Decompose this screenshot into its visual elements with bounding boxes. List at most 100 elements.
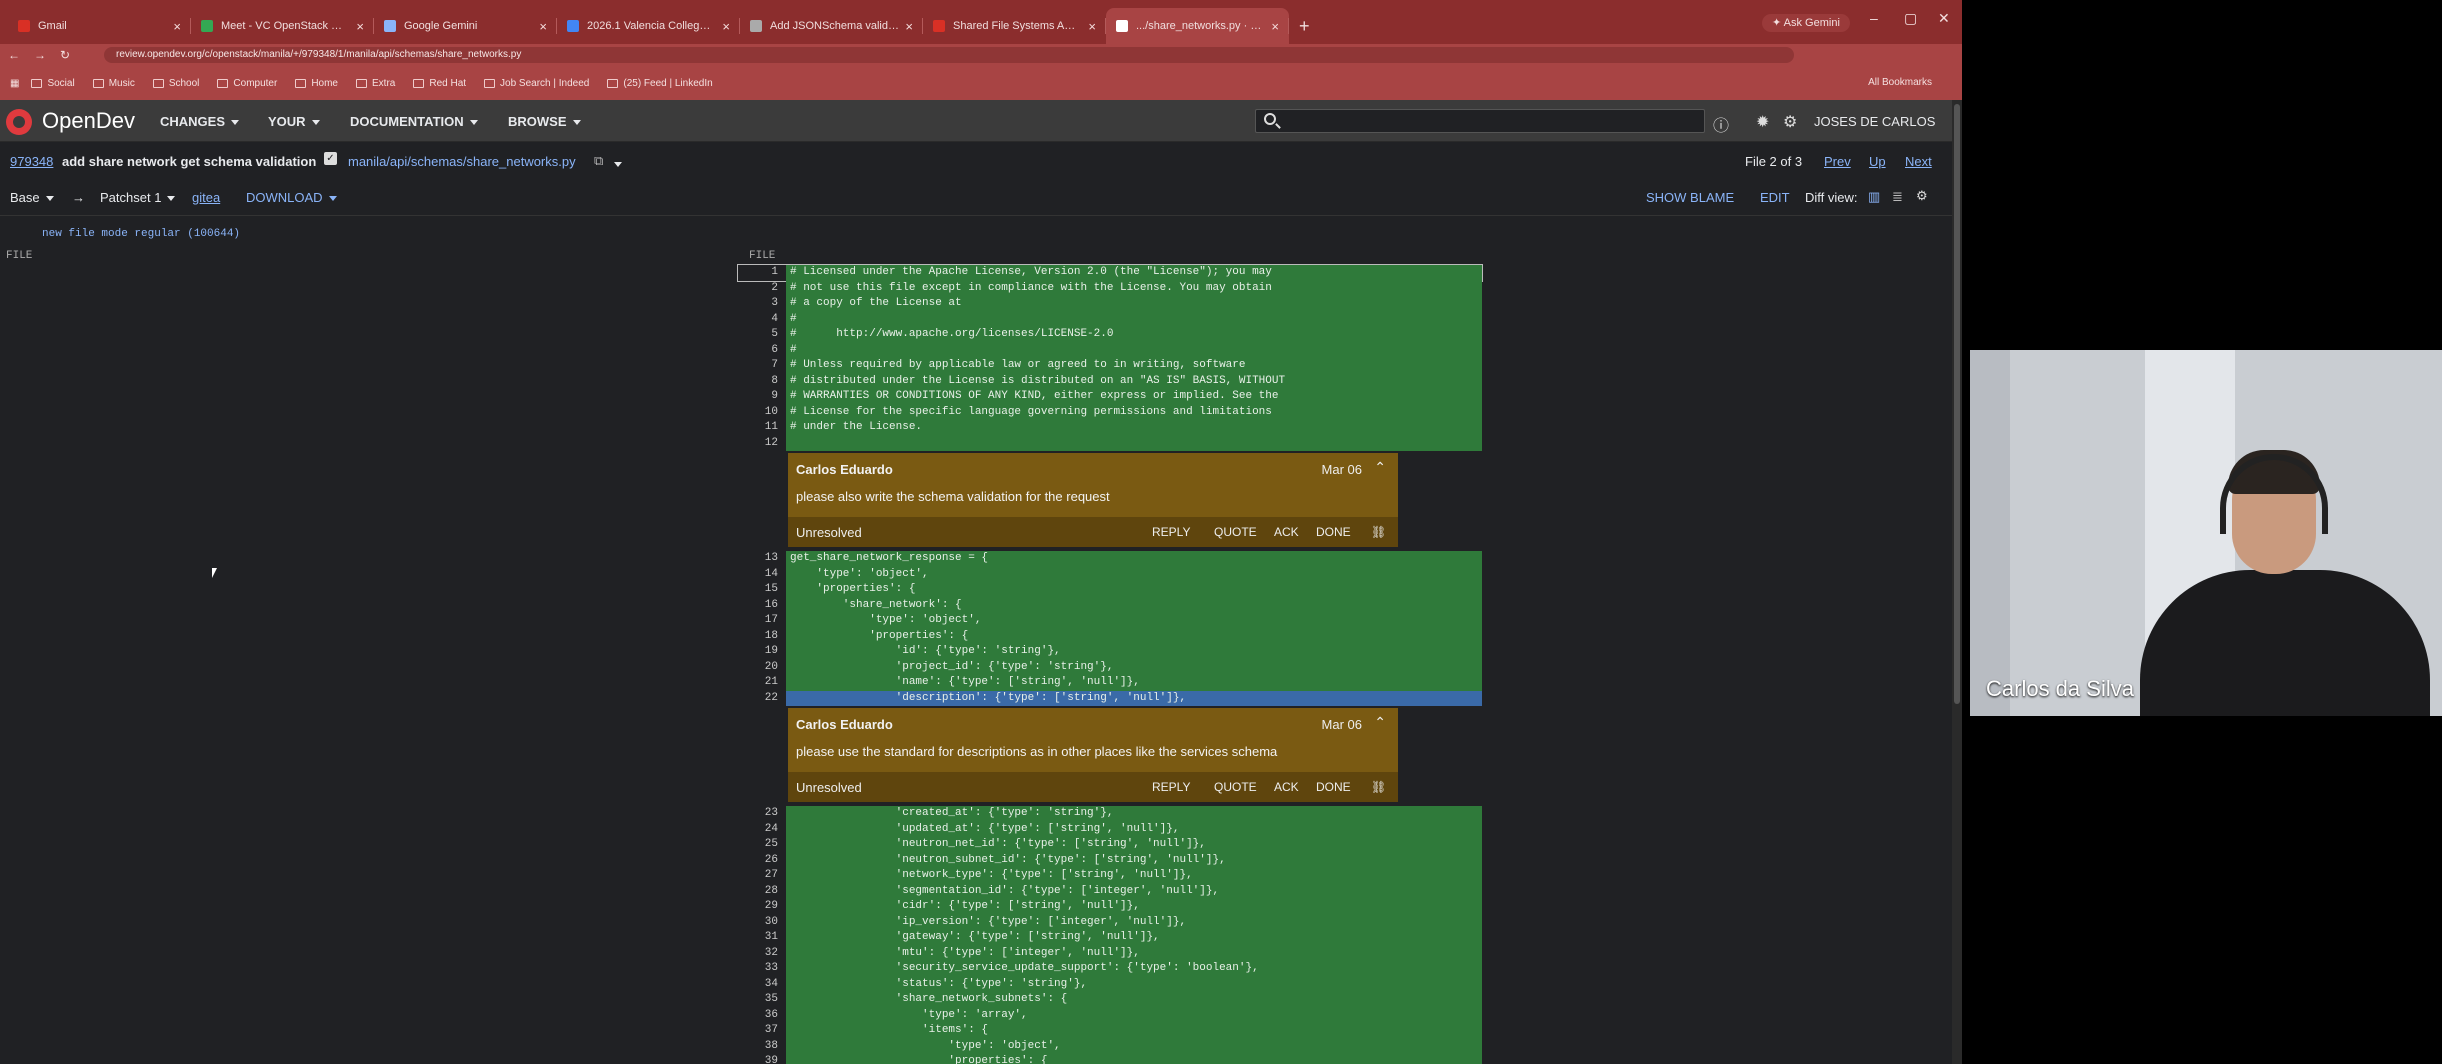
bookmark-item[interactable]: Social xyxy=(31,78,75,89)
line-number[interactable]: 20 xyxy=(738,660,778,676)
code-text[interactable] xyxy=(786,435,1482,451)
minimize-icon[interactable]: – xyxy=(1870,10,1878,26)
code-text[interactable]: 'share_network_subnets': { xyxy=(786,992,1482,1008)
code-line[interactable]: 27 'network_type': {'type': ['string', '… xyxy=(738,868,1482,884)
done-button[interactable]: DONE xyxy=(1316,525,1351,539)
comment-thread[interactable]: Carlos Eduardo Mar 06 ⌃ please also writ… xyxy=(788,453,1398,547)
code-line[interactable]: 19 'id': {'type': 'string'}, xyxy=(738,644,1482,660)
menu-browse[interactable]: BROWSE xyxy=(508,114,581,129)
file-dropdown-icon[interactable] xyxy=(614,156,622,171)
code-text[interactable]: 'mtu': {'type': ['integer', 'null']}, xyxy=(786,945,1482,961)
code-line[interactable]: 7 # Unless required by applicable law or … xyxy=(738,358,1482,374)
code-line[interactable]: 1 # Licensed under the Apache License, Ve… xyxy=(737,264,1483,282)
line-number[interactable]: 1 xyxy=(738,265,778,281)
collapse-icon[interactable]: ⌃ xyxy=(1374,459,1386,476)
line-number[interactable]: 33 xyxy=(738,961,778,977)
code-line[interactable]: 15 'properties': { xyxy=(738,582,1482,598)
code-text[interactable]: 'project_id': {'type': 'string'}, xyxy=(786,659,1482,675)
code-line[interactable]: 26 'neutron_subnet_id': {'type': ['strin… xyxy=(738,852,1482,869)
close-tab-icon[interactable]: × xyxy=(905,19,913,34)
line-number[interactable]: 24 xyxy=(738,822,778,838)
bookmark-item[interactable]: Extra xyxy=(356,78,395,89)
line-number[interactable]: 5 xyxy=(738,327,778,343)
menu-documentation[interactable]: DOCUMENTATION xyxy=(350,114,478,129)
next-file-link[interactable]: Next xyxy=(1905,154,1932,169)
browser-tab[interactable]: Meet - VC OpenStack Man... × xyxy=(191,8,374,44)
code-text[interactable]: 'created_at': {'type': 'string'}, xyxy=(786,806,1482,822)
code-text[interactable]: # distributed under the License is distr… xyxy=(786,373,1482,389)
line-number[interactable]: 15 xyxy=(738,582,778,598)
code-text[interactable]: 'properties': { xyxy=(786,1054,1482,1064)
line-number[interactable]: 17 xyxy=(738,613,778,629)
code-text[interactable]: 'share_network': { xyxy=(786,597,1482,613)
quote-button[interactable]: QUOTE xyxy=(1214,780,1257,794)
code-text[interactable]: 'network_type': {'type': ['string', 'nul… xyxy=(786,868,1482,884)
line-number[interactable]: 27 xyxy=(738,868,778,884)
code-line[interactable]: 13 get_share_network_response = { xyxy=(738,551,1482,567)
code-text[interactable]: 'properties': { xyxy=(786,628,1482,644)
code-text[interactable]: # Unless required by applicable law or a… xyxy=(786,358,1482,374)
line-number[interactable]: 26 xyxy=(738,853,778,869)
bookmark-item[interactable]: Home xyxy=(295,78,338,89)
code-text[interactable]: # xyxy=(786,311,1482,327)
copy-icon[interactable]: ⧉ xyxy=(594,153,603,169)
code-line[interactable]: 35 'share_network_subnets': { xyxy=(738,992,1482,1008)
code-text[interactable]: 'id': {'type': 'string'}, xyxy=(786,644,1482,660)
line-number[interactable]: 35 xyxy=(738,992,778,1008)
close-tab-icon[interactable]: × xyxy=(173,19,181,34)
bookmark-item[interactable]: Red Hat xyxy=(413,78,466,89)
patchset-select[interactable]: Patchset 1 xyxy=(100,190,176,205)
line-number[interactable]: 34 xyxy=(738,977,778,993)
close-tab-icon[interactable]: × xyxy=(1271,19,1279,34)
line-number[interactable]: 21 xyxy=(738,675,778,691)
code-text[interactable]: 'properties': { xyxy=(786,582,1482,598)
code-line[interactable]: 22 'description': {'type': ['string', 'n… xyxy=(738,690,1482,706)
help-icon[interactable]: ⓘ xyxy=(1713,112,1729,136)
code-text[interactable]: # License for the specific language gove… xyxy=(786,404,1482,420)
line-number[interactable]: 28 xyxy=(738,884,778,900)
line-number[interactable]: 2 xyxy=(738,281,778,297)
side-by-side-icon[interactable]: ▥ xyxy=(1868,189,1880,205)
reviewed-checkbox[interactable]: ✓ xyxy=(324,152,337,165)
code-line[interactable]: 31 'gateway': {'type': ['string', 'null'… xyxy=(738,930,1482,946)
browser-tab[interactable]: Shared File Systems API — ma...× xyxy=(923,8,1106,44)
close-tab-icon[interactable]: × xyxy=(722,19,730,34)
back-icon[interactable]: ← xyxy=(8,48,20,62)
user-account[interactable]: JOSES DE CARLOS xyxy=(1814,114,1935,129)
code-text[interactable]: 'type': 'object', xyxy=(786,566,1482,582)
link-icon[interactable]: ⛓ xyxy=(1371,525,1386,539)
code-text[interactable]: 'type': 'object', xyxy=(786,613,1482,629)
code-line[interactable]: 6 # xyxy=(738,342,1482,358)
code-line[interactable]: 23 'created_at': {'type': 'string'}, xyxy=(738,806,1482,822)
address-bar[interactable]: review.opendev.org/c/openstack/manila/+/… xyxy=(104,47,1794,63)
line-number[interactable]: 30 xyxy=(738,915,778,931)
code-line[interactable]: 10 # License for the specific language go… xyxy=(738,404,1482,420)
close-window-icon[interactable]: ✕ xyxy=(1938,10,1950,27)
code-line[interactable]: 12 xyxy=(738,435,1482,451)
code-line[interactable]: 24 'updated_at': {'type': ['string', 'nu… xyxy=(738,821,1482,838)
code-line[interactable]: 32 'mtu': {'type': ['integer', 'null']}, xyxy=(738,945,1482,961)
line-number[interactable]: 38 xyxy=(738,1039,778,1055)
code-text[interactable]: 'ip_version': {'type': ['integer', 'null… xyxy=(786,914,1482,930)
show-blame-button[interactable]: SHOW BLAME xyxy=(1646,190,1734,205)
browser-tab[interactable]: Google Gemini × xyxy=(374,8,557,44)
line-number[interactable]: 36 xyxy=(738,1008,778,1024)
prev-file-link[interactable]: Prev xyxy=(1824,154,1851,169)
line-number[interactable]: 39 xyxy=(738,1054,778,1064)
done-button[interactable]: DONE xyxy=(1316,780,1351,794)
browser-tab[interactable]: .../share_networks.py · Gerrit C× xyxy=(1106,8,1289,44)
brand-name[interactable]: OpenDev xyxy=(42,108,135,134)
diff-prefs-icon[interactable]: ⚙ xyxy=(1916,188,1928,204)
code-text[interactable]: # xyxy=(786,342,1482,358)
line-number[interactable]: 29 xyxy=(738,899,778,915)
code-line[interactable]: 33 'security_service_update_support': {'… xyxy=(738,961,1482,977)
reload-icon[interactable]: ↻ xyxy=(60,48,70,62)
code-text[interactable]: # a copy of the License at xyxy=(786,296,1482,312)
ack-button[interactable]: ACK xyxy=(1274,525,1299,539)
bookmark-item[interactable]: (25) Feed | LinkedIn xyxy=(607,78,713,89)
unified-view-icon[interactable]: ≣ xyxy=(1892,189,1903,205)
code-text[interactable]: 'neutron_subnet_id': {'type': ['string',… xyxy=(786,852,1482,868)
search-box[interactable] xyxy=(1255,109,1705,133)
code-text[interactable]: 'type': 'array', xyxy=(786,1007,1482,1023)
code-line[interactable]: 8 # distributed under the License is dist… xyxy=(738,373,1482,389)
